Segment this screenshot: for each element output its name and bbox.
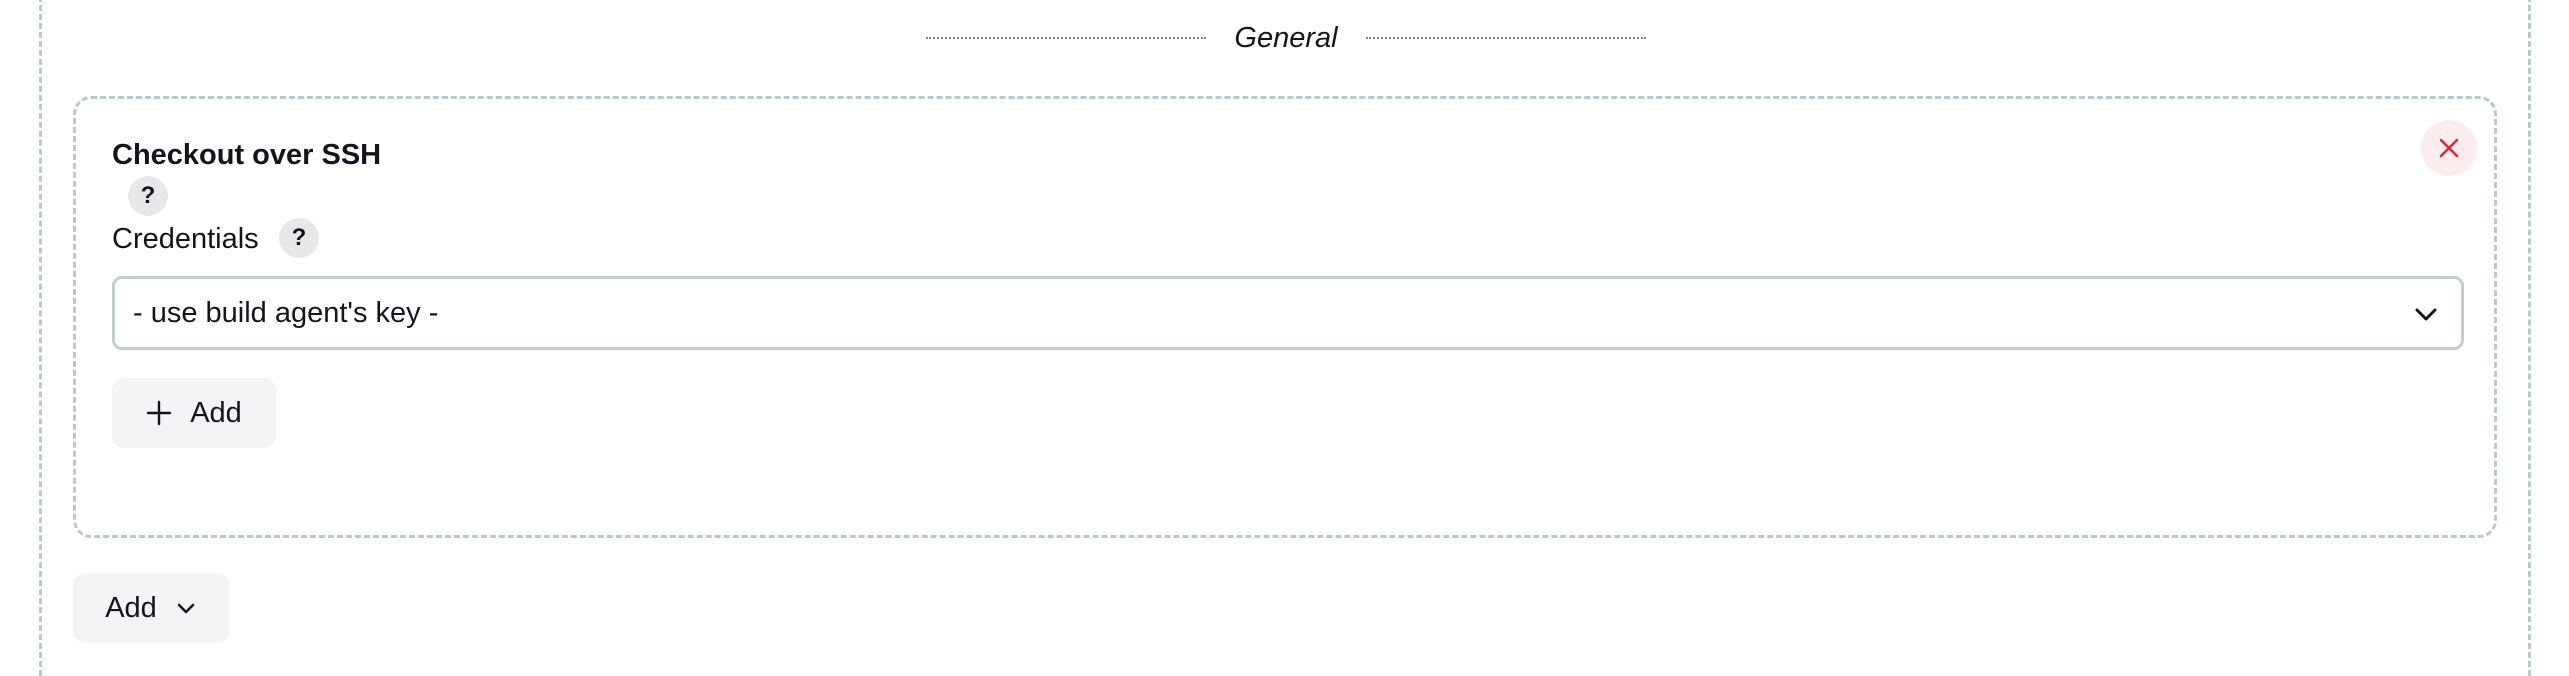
add-credentials-label: Add xyxy=(190,396,242,429)
add-credentials-button[interactable]: Add xyxy=(112,378,276,448)
card-title: Checkout over SSH xyxy=(112,139,382,171)
section-rule-left xyxy=(926,37,1207,39)
plus-icon xyxy=(146,400,172,426)
add-behaviour-button[interactable]: Add xyxy=(73,573,229,643)
close-icon xyxy=(2439,138,2459,158)
help-button-credentials[interactable]: ? xyxy=(279,218,319,258)
section-title: General xyxy=(1234,21,1338,54)
add-behaviour-label: Add xyxy=(105,591,157,624)
help-button-checkout[interactable]: ? xyxy=(128,176,168,216)
credentials-label: Credentials xyxy=(112,223,259,255)
checkout-over-ssh-card: Checkout over SSH ? Credentials ? - use … xyxy=(73,96,2497,538)
section-header: General xyxy=(926,18,1647,58)
help-icon: ? xyxy=(140,182,156,209)
credentials-select[interactable]: - use build agent's key - xyxy=(112,276,2464,350)
section-rule-right xyxy=(1365,37,1647,39)
credentials-select-value: - use build agent's key - xyxy=(133,296,439,329)
chevron-down-icon xyxy=(2415,308,2437,321)
delete-button[interactable] xyxy=(2421,120,2477,176)
help-icon: ? xyxy=(291,224,307,251)
chevron-down-icon xyxy=(177,603,195,614)
